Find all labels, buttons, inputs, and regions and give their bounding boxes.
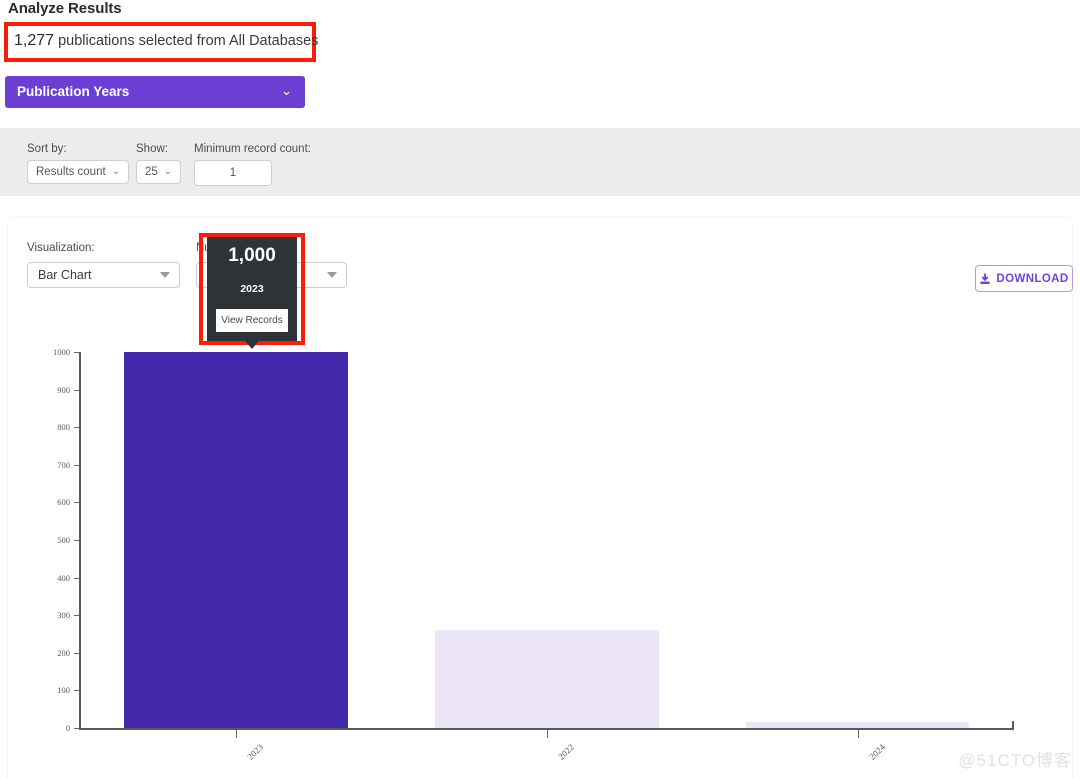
y-axis-tick-label: 400 [57, 572, 70, 583]
bar-chart: 0 100 200 300 400 500 600 700 800 900 1000 2023 202… [0, 0, 1080, 779]
y-axis-tick-label: 600 [57, 497, 70, 508]
bar-tooltip: 1,000 2023 View Records [207, 237, 297, 341]
bar-2023[interactable] [124, 352, 349, 728]
x-axis-tick-mark [236, 730, 238, 738]
y-axis-tick-label: 1000 [53, 347, 70, 357]
y-axis-tick-mark [74, 540, 79, 541]
view-records-button[interactable]: View Records [216, 309, 288, 332]
y-axis-tick-mark [74, 615, 79, 617]
y-axis-tick-label: 100 [57, 685, 70, 696]
x-axis-tick-mark [547, 730, 548, 738]
y-axis-tick-mark [74, 652, 79, 654]
y-axis-tick-mark [74, 502, 79, 504]
x-axis-tick-mark [857, 730, 859, 738]
y-axis-tick-label: 300 [57, 610, 70, 621]
bar-2024[interactable] [745, 721, 970, 728]
y-axis-tick-label: 700 [57, 459, 70, 470]
y-axis-tick-mark [74, 352, 79, 353]
y-axis-tick-label: 200 [57, 647, 70, 658]
tooltip-value: 1,000 [228, 245, 276, 266]
y-axis-tick-mark [74, 577, 79, 579]
y-axis-tick-mark [74, 427, 79, 429]
watermark: @51CTO博客 [958, 751, 1072, 770]
tooltip-arrow-icon [245, 341, 259, 349]
y-axis-tick-label: 800 [57, 422, 70, 433]
y-axis-tick-mark [74, 728, 79, 729]
y-axis-tick-label: 0 [65, 723, 70, 733]
tooltip-category: 2023 [240, 283, 264, 295]
y-axis-tick-mark [74, 690, 79, 692]
bar-2022[interactable] [435, 630, 659, 728]
y-axis-tick-label: 900 [57, 384, 70, 395]
x-axis-tick-label: 2024 [866, 742, 887, 762]
x-axis-tick-label: 2022 [556, 742, 577, 762]
x-axis-end-cap [1012, 721, 1014, 730]
y-axis-tick-mark [74, 464, 79, 466]
y-axis-tick-mark [74, 389, 79, 391]
y-axis-line [79, 352, 81, 729]
x-axis-tick-label: 2023 [245, 742, 266, 762]
y-axis-tick-label: 500 [57, 535, 70, 545]
